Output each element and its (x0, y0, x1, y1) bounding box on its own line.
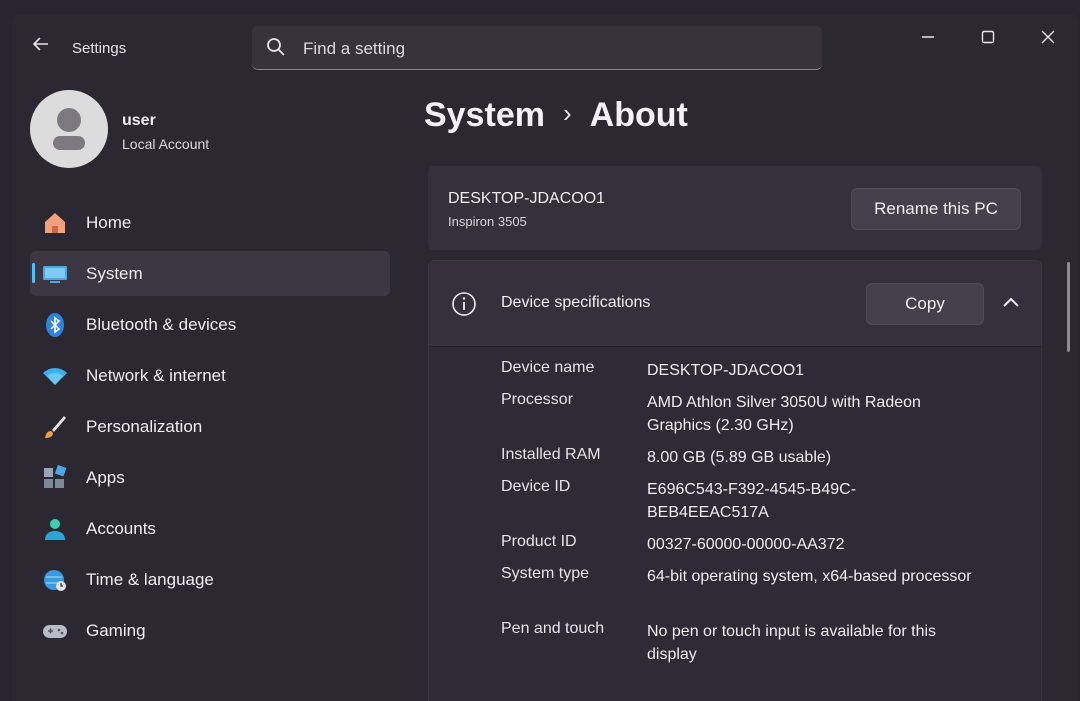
spec-key: Installed RAM (501, 446, 601, 463)
breadcrumb: System › About (424, 96, 688, 135)
home-icon (45, 213, 65, 233)
sidebar-item-time-language[interactable]: Time & language (30, 557, 390, 602)
page-title: About (589, 96, 688, 134)
sidebar-item-label: Bluetooth & devices (86, 315, 237, 334)
sidebar-item-label: Gaming (86, 621, 146, 640)
scrollbar-thumb[interactable] (1067, 262, 1070, 352)
specs-header[interactable]: Device specifications Copy (429, 261, 1041, 347)
sidebar-item-accounts[interactable]: Accounts (30, 506, 390, 551)
search-placeholder: Find a setting (303, 39, 406, 58)
spec-value: No pen or touch input is available for t… (647, 623, 937, 663)
maximize-icon (981, 30, 995, 44)
spec-value: 8.00 GB (5.89 GB usable) (647, 449, 832, 466)
sidebar-item-label: Network & internet (86, 366, 226, 385)
search-icon (267, 38, 285, 56)
spec-key: Pen and touch (501, 620, 605, 637)
gamepad-icon (43, 625, 67, 638)
sidebar-nav: Home System Bluetooth & devices Network … (30, 200, 390, 659)
sidebar-item-home[interactable]: Home (30, 200, 390, 245)
device-specifications-card: Device specifications Copy Device name D… (428, 260, 1042, 701)
globe-clock-icon (44, 570, 66, 591)
device-card: DESKTOP-JDACOO1 Inspiron 3505 Rename thi… (428, 166, 1042, 250)
sidebar-item-apps[interactable]: Apps (30, 455, 390, 500)
breadcrumb-parent[interactable]: System (424, 96, 545, 134)
spec-key: Device name (501, 359, 595, 376)
spec-value: AMD Athlon Silver 3050U with Radeon Grap… (647, 394, 921, 434)
minimize-icon (922, 36, 934, 38)
spec-value: E696C543-F392-4545-B49C-BEB4EEAC517A (647, 481, 857, 521)
sidebar-item-label: Accounts (86, 519, 156, 538)
bluetooth-icon (46, 313, 64, 337)
spec-value: DESKTOP-JDACOO1 (647, 362, 805, 379)
active-indicator (32, 263, 35, 283)
user-name: user (122, 112, 156, 129)
minimize-button[interactable] (906, 24, 950, 52)
back-button[interactable] (26, 34, 56, 60)
monitor-icon (43, 266, 67, 283)
chevron-up-icon[interactable] (999, 291, 1023, 315)
sidebar-item-label: System (86, 264, 143, 283)
app-title: Settings (72, 40, 127, 57)
spec-key: Product ID (501, 533, 577, 550)
back-arrow-icon (32, 37, 48, 51)
spec-rows: Device name DESKTOP-JDACOO1 Processor AM… (429, 359, 1041, 675)
spec-key: Processor (501, 391, 574, 408)
spec-row-pen-touch: Pen and touch No pen or touch input is a… (429, 620, 1041, 675)
spec-key: Device ID (501, 478, 571, 495)
spec-row-processor: Processor AMD Athlon Silver 3050U with R… (429, 391, 1041, 446)
spec-key: System type (501, 565, 590, 582)
specs-title: Device specifications (501, 294, 651, 311)
spec-row-device-name: Device name DESKTOP-JDACOO1 (429, 359, 1041, 391)
brush-icon (45, 416, 66, 438)
spec-row-installed-ram: Installed RAM 8.00 GB (5.89 GB usable) (429, 446, 1041, 478)
maximize-button[interactable] (966, 24, 1010, 52)
rename-pc-button[interactable]: Rename this PC (851, 188, 1021, 230)
search-box[interactable]: Find a setting (252, 26, 822, 70)
apps-icon (44, 465, 67, 488)
person-icon (45, 519, 65, 540)
sidebar-item-bluetooth[interactable]: Bluetooth & devices (30, 302, 390, 347)
spec-row-product-id: Product ID 00327-60000-00000-AA372 (429, 533, 1041, 565)
sidebar-item-label: Time & language (86, 570, 214, 589)
sidebar-item-network[interactable]: Network & internet (30, 353, 390, 398)
account-type: Local Account (122, 136, 210, 152)
settings-window: Settings Find a setting user Local Accou… (12, 14, 1078, 701)
sidebar-item-gaming[interactable]: Gaming (30, 608, 390, 653)
device-name: DESKTOP-JDACOO1 (448, 190, 606, 207)
wifi-icon (43, 368, 67, 385)
sidebar-item-personalization[interactable]: Personalization (30, 404, 390, 449)
sidebar-item-system[interactable]: System (30, 251, 390, 296)
spec-row-system-type: System type 64-bit operating system, x64… (429, 565, 1041, 620)
user-avatar-icon (53, 108, 85, 150)
sidebar-item-label: Personalization (86, 417, 203, 436)
sidebar-item-label: Apps (86, 468, 125, 487)
copy-button[interactable]: Copy (866, 283, 984, 325)
spec-value: 64-bit operating system, x64-based proce… (647, 568, 972, 585)
breadcrumb-separator: › (562, 98, 572, 128)
close-button[interactable] (1026, 24, 1070, 52)
info-icon (452, 292, 476, 316)
close-icon (1041, 30, 1055, 44)
avatar[interactable] (30, 90, 108, 168)
device-model: Inspiron 3505 (448, 214, 527, 229)
spec-value: 00327-60000-00000-AA372 (647, 536, 845, 553)
spec-row-device-id: Device ID E696C543-F392-4545-B49C-BEB4EE… (429, 478, 1041, 533)
sidebar-item-label: Home (86, 213, 132, 232)
